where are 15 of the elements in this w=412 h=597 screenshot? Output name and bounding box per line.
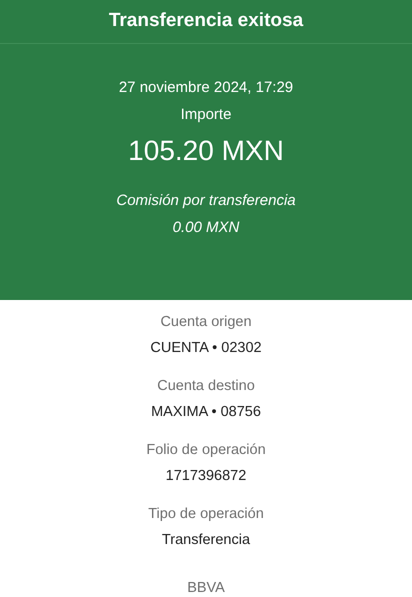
detail-value: Transferencia [162, 530, 250, 550]
detail-value: CUENTA • 02302 [150, 338, 262, 358]
screen-title: Transferencia exitosa [108, 9, 304, 34]
detail-value: 1717396872 [166, 466, 246, 486]
bank-name: BBVA [187, 579, 225, 597]
detail-value: MAXIMA • 08756 [151, 402, 261, 422]
transfer-date: 27 noviembre 2024, 17:29 [118, 78, 294, 98]
amount-label: Importe [180, 104, 232, 124]
detail-label: Folio de operación [146, 441, 266, 460]
fee-value: 0.00 MXN [172, 218, 240, 238]
amount-value: 105.20 MXN [128, 134, 284, 168]
detail-label: Cuenta destino [157, 377, 255, 396]
detail-label: Cuenta origen [160, 313, 252, 332]
detail-label: Tipo de operación [148, 505, 264, 524]
fee-label: Comisión por transferencia [116, 191, 296, 211]
